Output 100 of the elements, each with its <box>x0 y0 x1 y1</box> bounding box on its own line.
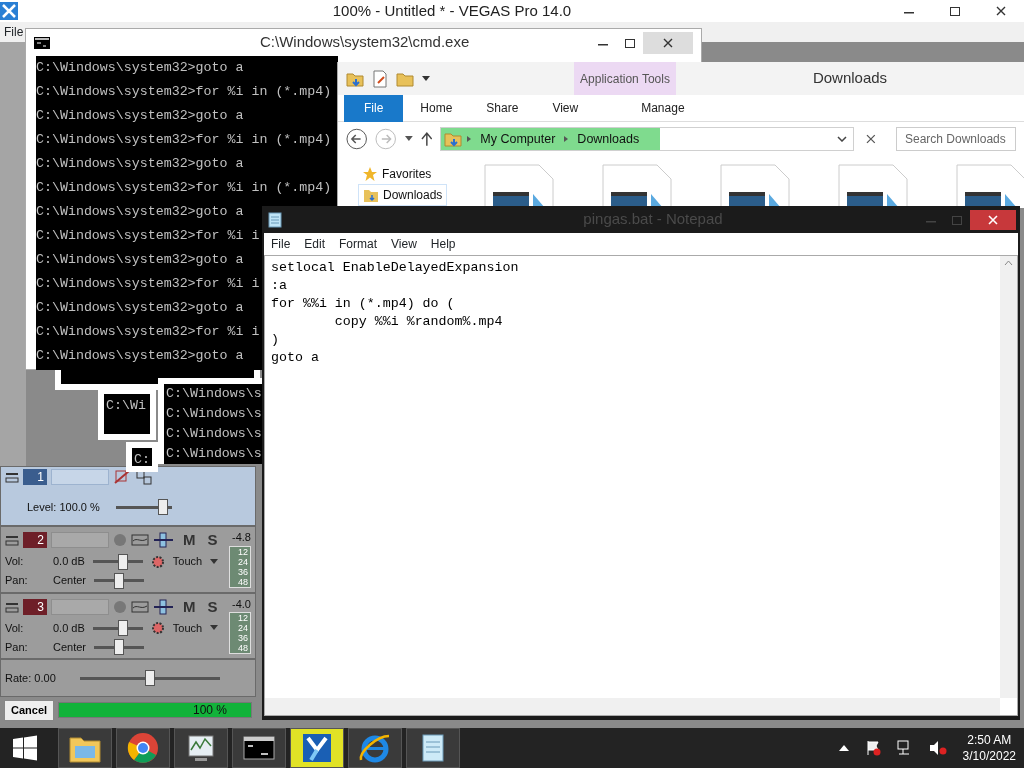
console-line: C:\Windows\system32>for %i i <box>36 227 260 245</box>
mute-button[interactable]: M <box>183 595 196 618</box>
scrollbar[interactable] <box>265 698 1000 715</box>
search-field[interactable]: Search Downloads <box>896 127 1016 151</box>
clear-icon[interactable] <box>866 134 876 144</box>
console-line: C: <box>134 451 150 469</box>
automation-mode[interactable]: Touch <box>172 619 203 637</box>
console-line: C:\Windows\system32>goto a <box>36 59 244 77</box>
ribbon-tab[interactable]: Home <box>403 94 470 122</box>
pan-label: Pan: <box>5 639 29 655</box>
flag-icon[interactable] <box>864 740 881 756</box>
console-line: C:\Windows\system32>for %i in (*.mp4) <box>36 179 332 197</box>
caret-icon[interactable] <box>210 625 219 631</box>
taskbar-button[interactable] <box>348 728 402 768</box>
ribbon-tab[interactable]: Share <box>469 94 536 122</box>
track-name-field[interactable] <box>51 598 109 615</box>
folder-icon <box>363 187 379 203</box>
window-title: Downloads <box>811 68 889 89</box>
mute-button[interactable]: M <box>183 529 196 552</box>
folder-icon <box>444 130 463 148</box>
scrollbar[interactable] <box>1000 256 1017 698</box>
console-line: C:\Windows\s <box>166 405 260 423</box>
console-line: C:\Windows\system32>for %i i <box>36 323 260 341</box>
track-number: 1 <box>23 469 47 485</box>
breadcrumb-item[interactable]: Downloads <box>577 129 640 149</box>
console-line: C:\Wi <box>106 397 147 415</box>
menu-item[interactable]: Format <box>332 235 385 253</box>
meter-tick: 36 <box>237 566 248 577</box>
meter-tick: 36 <box>237 633 248 643</box>
maximize-button[interactable] <box>947 4 963 18</box>
console-line: C:\Windows\system32>goto a <box>36 251 244 269</box>
taskbar-button[interactable] <box>290 728 344 768</box>
track-header[interactable]: 3 M S Vol: 0.0 dB Touch Pan: Center -4.0 12 24 36 48 <box>0 592 256 659</box>
slider-thumb[interactable] <box>114 639 125 655</box>
pan-label: Pan: <box>5 573 29 589</box>
solo-button[interactable]: S <box>207 529 218 552</box>
track-name-field[interactable] <box>51 532 109 549</box>
taskbar-button[interactable] <box>406 728 460 768</box>
breadcrumb-item[interactable]: My Computer <box>480 129 556 149</box>
window-title: 100% - Untitled * - VEGAS Pro 14.0 <box>331 0 573 21</box>
chevron-icon[interactable] <box>837 136 848 142</box>
console-line: C:\Windows\system32>goto a <box>36 155 244 173</box>
console-line: C:\Windows\system32>goto a <box>36 299 244 317</box>
taskbar-button[interactable] <box>232 728 286 768</box>
composite-icon[interactable] <box>113 469 131 485</box>
solo-button[interactable]: S <box>207 595 218 618</box>
clock-time[interactable]: 2:50 AM <box>962 732 1016 748</box>
slider-thumb[interactable] <box>114 572 125 589</box>
menu-item[interactable]: View <box>384 235 424 253</box>
motion-icon[interactable] <box>135 469 153 485</box>
volume-muted-icon[interactable] <box>928 740 947 756</box>
up-arrow-icon[interactable] <box>838 745 849 751</box>
slider-thumb[interactable] <box>144 670 155 686</box>
pan-icon[interactable] <box>153 532 175 549</box>
pan-value: Center <box>53 573 87 589</box>
meter-tick: 24 <box>237 623 248 633</box>
volume-label: Vol: <box>5 620 25 636</box>
gear-icon[interactable] <box>150 554 165 569</box>
nav-item[interactable]: Downloads <box>358 184 448 206</box>
up-icon[interactable] <box>420 132 433 146</box>
menu-item[interactable]: Help <box>423 235 463 253</box>
ribbon-tab[interactable]: Manage <box>613 94 713 122</box>
caret-icon[interactable] <box>422 75 430 82</box>
taskbar-button[interactable] <box>116 728 170 768</box>
automation-mode[interactable]: Touch <box>172 553 203 570</box>
document-icon[interactable] <box>372 69 388 88</box>
console-line: C:\Windows\s <box>166 425 260 443</box>
browser-icon <box>125 730 161 766</box>
ribbon-tab[interactable]: View <box>535 94 596 122</box>
progress-text: 100 % <box>192 703 227 719</box>
volume-value: 0.0 dB <box>53 554 85 570</box>
start-icon[interactable] <box>12 735 38 761</box>
peak-level: -4.8 <box>232 530 251 545</box>
menu-item[interactable]: File <box>264 235 298 253</box>
meter-tick: 48 <box>237 576 248 587</box>
gear-icon[interactable] <box>150 621 165 635</box>
track-name-field[interactable] <box>51 469 109 485</box>
clock-date[interactable]: 3/10/2022 <box>962 748 1016 764</box>
slider-thumb[interactable] <box>117 553 128 570</box>
taskbar-button[interactable] <box>174 728 228 768</box>
back-icon[interactable] <box>346 128 368 150</box>
track-header[interactable]: 1 Level: 100.0 % <box>0 466 256 526</box>
meter-tick: 12 <box>237 546 248 557</box>
slider-thumb[interactable] <box>117 620 128 636</box>
caret-icon[interactable] <box>404 136 413 142</box>
menu-item[interactable]: Edit <box>297 235 333 253</box>
console-line: C:\Windows\system32>goto a <box>36 107 244 125</box>
envelope-icon[interactable] <box>131 599 149 614</box>
ribbon-tab[interactable]: File <box>344 94 404 122</box>
caret-icon[interactable] <box>210 558 219 565</box>
address-bar[interactable]: My Computer Downloads <box>440 127 855 151</box>
envelope-icon[interactable] <box>131 533 149 548</box>
track-header[interactable]: 2 M S Vol: 0.0 dB Touch Pan: Center -4.8 12 24 36 48 <box>0 526 256 593</box>
nav-item[interactable]: Favorites <box>358 164 448 184</box>
taskbar-button[interactable] <box>58 728 112 768</box>
notepad-icon <box>268 211 282 228</box>
slider-thumb[interactable] <box>158 499 169 515</box>
menu-item[interactable]: File <box>0 23 24 41</box>
pan-icon[interactable] <box>153 598 175 615</box>
cancel-button[interactable]: Cancel <box>4 700 55 721</box>
